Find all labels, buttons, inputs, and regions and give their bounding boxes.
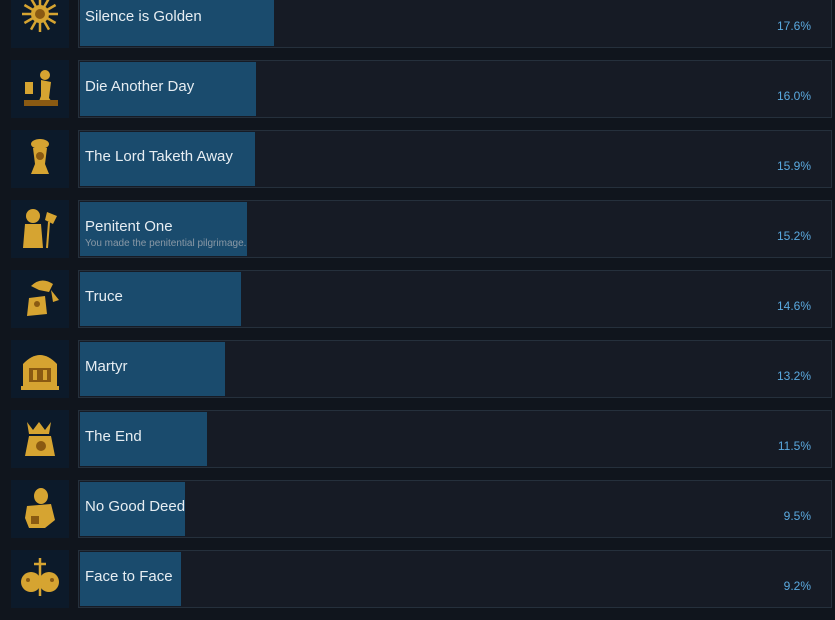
achievement-percent: 13.2% bbox=[776, 369, 811, 383]
crowned-figure-icon bbox=[11, 410, 69, 468]
achievement-row-6[interactable]: Martyr 13.2% bbox=[0, 340, 835, 398]
achievement-title: Penitent One bbox=[85, 218, 173, 235]
achievement-row-9[interactable]: Face to Face 9.2% bbox=[0, 550, 835, 608]
achievement-row-4[interactable]: Penitent One You made the penitential pi… bbox=[0, 200, 835, 258]
sun-face-icon bbox=[11, 0, 69, 48]
achievement-row-8[interactable]: No Good Deed 9.5% bbox=[0, 480, 835, 538]
achievement-panel: Die Another Day 16.0% bbox=[78, 60, 832, 118]
achievement-panel: Face to Face 9.2% bbox=[78, 550, 832, 608]
beast-icon bbox=[11, 270, 69, 328]
achievement-percent: 14.6% bbox=[776, 299, 811, 313]
altar-icon bbox=[11, 340, 69, 398]
achievement-description: You made the penitential pilgrimage. bbox=[85, 238, 247, 249]
achievement-row-3[interactable]: The Lord Taketh Away 15.9% bbox=[0, 130, 835, 188]
achievement-row-5[interactable]: Truce 14.6% bbox=[0, 270, 835, 328]
achievement-panel: Penitent One You made the penitential pi… bbox=[78, 200, 832, 258]
kneeling-figure-icon bbox=[11, 60, 69, 118]
achievement-title: Truce bbox=[85, 288, 123, 305]
achievement-percent: 11.5% bbox=[777, 439, 811, 453]
crouching-figure-icon bbox=[11, 480, 69, 538]
achievement-title: Martyr bbox=[85, 358, 128, 375]
achievement-panel: Silence is Golden 17.6% bbox=[78, 0, 832, 48]
achievement-percent: 15.9% bbox=[776, 159, 811, 173]
achievement-panel: Martyr 13.2% bbox=[78, 340, 832, 398]
achievement-percent: 9.5% bbox=[783, 509, 811, 523]
achievement-percent: 17.6% bbox=[776, 19, 811, 33]
hanging-figure-icon bbox=[11, 130, 69, 188]
achievement-list: Silence is Golden 17.6% Die Another Day … bbox=[0, 0, 835, 620]
achievement-title: Face to Face bbox=[85, 568, 173, 585]
achievement-title: Die Another Day bbox=[85, 78, 195, 95]
achievement-title: Silence is Golden bbox=[85, 8, 202, 25]
pilgrim-icon bbox=[11, 200, 69, 258]
achievement-row-7[interactable]: The End 11.5% bbox=[0, 410, 835, 468]
achievement-panel: The Lord Taketh Away 15.9% bbox=[78, 130, 832, 188]
achievement-row-1[interactable]: Silence is Golden 17.6% bbox=[0, 0, 835, 48]
achievement-panel: The End 11.5% bbox=[78, 410, 832, 468]
achievement-panel: Truce 14.6% bbox=[78, 270, 832, 328]
two-faces-icon bbox=[11, 550, 69, 608]
achievement-percent: 16.0% bbox=[776, 89, 811, 103]
achievement-panel: No Good Deed 9.5% bbox=[78, 480, 832, 538]
achievement-title: The End bbox=[85, 428, 142, 445]
achievement-title: The Lord Taketh Away bbox=[85, 148, 233, 165]
achievement-percent: 9.2% bbox=[783, 579, 811, 593]
achievement-title: No Good Deed bbox=[85, 498, 186, 515]
achievement-row-2[interactable]: Die Another Day 16.0% bbox=[0, 60, 835, 118]
achievement-percent: 15.2% bbox=[776, 229, 811, 243]
